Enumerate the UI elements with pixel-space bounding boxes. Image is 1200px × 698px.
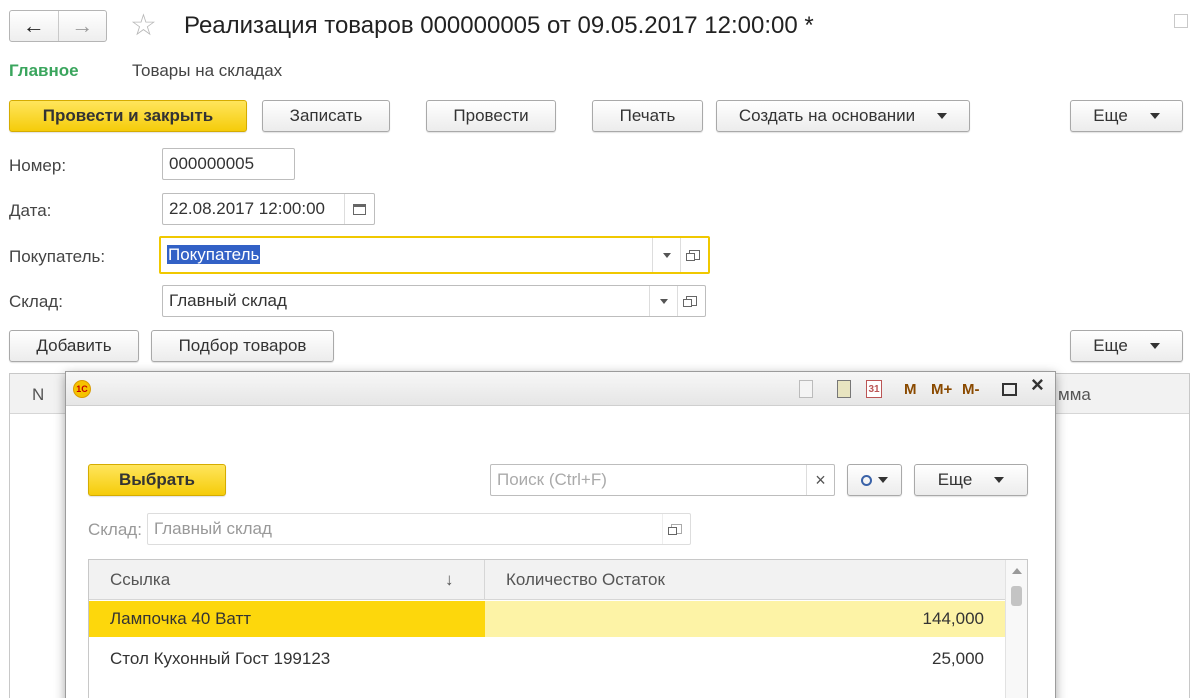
row-name-cell: Лампочка 40 Ватт — [89, 601, 485, 637]
date-label: Дата: — [9, 201, 52, 220]
tab-goods-in-warehouses[interactable]: Товары на складах — [132, 61, 282, 81]
column-link[interactable]: Ссылка ↓ — [89, 560, 485, 600]
calculator-icon[interactable] — [837, 380, 851, 398]
history-nav: ← → — [9, 10, 107, 42]
magnifier-icon — [861, 474, 872, 486]
table-row[interactable]: Лампочка 40 Ватт 144,000 — [89, 601, 1005, 637]
table-row[interactable]: Стол Кухонный Гост 199123 25,000 — [89, 641, 1005, 677]
buyer-value: Покупатель — [167, 245, 261, 264]
chevron-down-icon — [878, 477, 888, 483]
popup-warehouse-field[interactable]: Главный склад — [147, 513, 691, 545]
popup-more-label: Еще — [937, 470, 973, 489]
warehouse-field[interactable]: Главный склад — [162, 285, 706, 317]
sort-arrow-icon: ↓ — [445, 570, 454, 589]
table-more-button[interactable]: Еще — [1070, 330, 1183, 362]
close-icon[interactable]: × — [1031, 372, 1044, 397]
stock-table-header: Ссылка ↓ Количество Остаток — [89, 560, 1005, 600]
favorite-star-icon[interactable]: ☆ — [130, 8, 157, 44]
print-button[interactable]: Печать — [592, 100, 703, 132]
row-qty-cell: 25,000 — [485, 641, 1005, 677]
warehouse-value: Главный склад — [169, 291, 287, 310]
goods-selection-window: 1С 31 M M+ M- × Выбрать Поиск (Ctrl+F) ×… — [65, 371, 1056, 698]
column-qty[interactable]: Количество Остаток — [485, 560, 665, 600]
warehouse-label: Склад: — [9, 292, 63, 311]
memory-minus-icon[interactable]: M- — [962, 380, 980, 398]
add-button[interactable]: Добавить — [9, 330, 139, 362]
table-more-label: Еще — [1093, 336, 1128, 355]
popup-warehouse-value: Главный склад — [154, 519, 272, 538]
chevron-down-icon — [937, 113, 948, 119]
post-and-close-button[interactable]: Провести и закрыть — [9, 100, 247, 132]
column-link-label: Ссылка — [110, 570, 171, 589]
more-button[interactable]: Еще — [1070, 100, 1183, 132]
number-label: Номер: — [9, 156, 67, 175]
save-button[interactable]: Записать — [262, 100, 390, 132]
create-based-on-button[interactable]: Создать на основании — [716, 100, 970, 132]
search-input[interactable]: Поиск (Ctrl+F) × — [490, 464, 835, 496]
document-icon[interactable] — [799, 380, 813, 398]
buyer-value-wrapper: Покупатель — [161, 245, 652, 265]
memory-m-icon[interactable]: M — [904, 380, 917, 398]
popup-warehouse-open-icon[interactable] — [662, 514, 690, 544]
post-button[interactable]: Провести — [426, 100, 556, 132]
chevron-down-icon — [1149, 343, 1160, 349]
row-name: Лампочка 40 Ватт — [110, 609, 252, 628]
number-field[interactable]: 000000005 — [162, 148, 295, 180]
row-qty: 25,000 — [932, 649, 984, 668]
forward-icon[interactable]: → — [59, 11, 107, 41]
warehouse-open-icon[interactable] — [677, 286, 705, 316]
clear-search-icon[interactable]: × — [806, 465, 834, 495]
popup-more-button[interactable]: Еще — [914, 464, 1028, 496]
buyer-field[interactable]: Покупатель — [159, 236, 710, 274]
buyer-label: Покупатель: — [9, 247, 106, 266]
scroll-up-icon[interactable] — [1012, 568, 1022, 574]
more-label: Еще — [1093, 106, 1128, 125]
number-value: 000000005 — [169, 154, 255, 173]
search-placeholder: Поиск (Ctrl+F) — [497, 470, 607, 489]
maximize-icon[interactable] — [1002, 383, 1017, 396]
popup-titlebar: 1С 31 M M+ M- × — [66, 372, 1055, 406]
scrollbar-thumb[interactable] — [1011, 586, 1022, 606]
memory-plus-icon[interactable]: M+ — [931, 380, 952, 398]
window-menu-icon[interactable] — [1174, 14, 1188, 28]
chevron-down-icon — [1149, 113, 1160, 119]
column-sum: мма — [1058, 385, 1091, 404]
chevron-down-icon — [994, 477, 1005, 483]
row-qty-cell: 144,000 — [485, 601, 1005, 637]
pick-goods-button[interactable]: Подбор товаров — [151, 330, 334, 362]
row-name-cell: Стол Кухонный Гост 199123 — [89, 641, 485, 677]
page-title: Реализация товаров 000000005 от 09.05.20… — [184, 12, 814, 39]
buyer-dropdown-icon[interactable] — [652, 238, 680, 272]
buyer-open-icon[interactable] — [680, 238, 708, 272]
select-button[interactable]: Выбрать — [88, 464, 226, 496]
popup-warehouse-label: Склад: — [88, 520, 142, 539]
date-value: 22.08.2017 12:00:00 — [169, 199, 325, 218]
vertical-scrollbar[interactable] — [1005, 560, 1027, 698]
column-n: N — [32, 385, 45, 404]
warehouse-dropdown-icon[interactable] — [649, 286, 677, 316]
row-qty: 144,000 — [922, 609, 984, 628]
create-based-on-label: Создать на основании — [738, 106, 916, 125]
back-icon[interactable]: ← — [10, 11, 59, 41]
calendar-icon[interactable]: 31 — [866, 380, 882, 398]
calendar-icon[interactable] — [344, 194, 374, 224]
column-qty-label: Количество Остаток — [506, 570, 665, 589]
date-field[interactable]: 22.08.2017 12:00:00 — [162, 193, 375, 225]
search-options-button[interactable] — [847, 464, 902, 496]
tab-main[interactable]: Главное — [9, 61, 79, 81]
stock-table: Ссылка ↓ Количество Остаток Лампочка 40 … — [88, 559, 1028, 698]
row-name: Стол Кухонный Гост 199123 — [110, 649, 331, 668]
1c-logo-icon: 1С — [73, 380, 91, 398]
